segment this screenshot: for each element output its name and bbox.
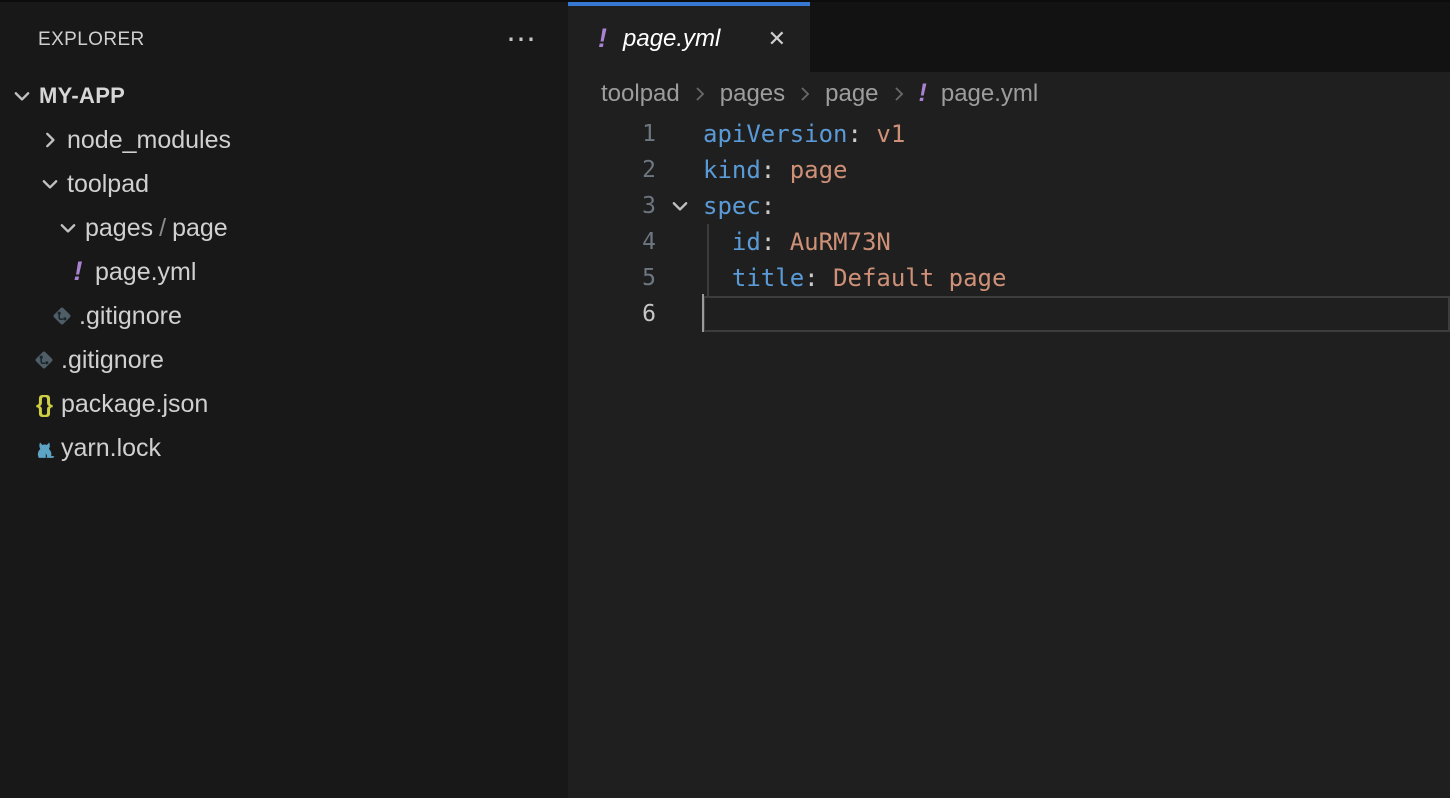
code-line: 5 title: Default page <box>568 260 1450 296</box>
yaml-indent <box>703 264 732 292</box>
json-icon: {} <box>30 391 58 418</box>
text-cursor <box>702 294 704 332</box>
yaml-colon: : <box>761 156 790 184</box>
line-number: 4 <box>568 229 656 255</box>
yaml-key: kind <box>703 156 761 184</box>
more-actions-icon[interactable]: ⋯ <box>506 30 538 50</box>
code-line: 3 spec: <box>568 188 1450 224</box>
chevron-right-icon <box>796 82 814 106</box>
fold-chevron-icon[interactable] <box>656 195 703 217</box>
editor-group: ! page.yml ✕ toolpad pages page ! page.y… <box>568 0 1450 798</box>
folder-label: toolpad <box>67 170 149 199</box>
tree-item-page-yml[interactable]: ! page.yml <box>0 250 568 294</box>
breadcrumb: toolpad pages page ! page.yml <box>568 72 1450 116</box>
tree-item-node-modules[interactable]: node_modules <box>0 118 568 162</box>
close-icon[interactable]: ✕ <box>768 26 786 52</box>
yarn-icon <box>30 436 58 461</box>
tree-root-my-app[interactable]: MY-APP <box>0 74 568 118</box>
breadcrumb-file[interactable]: page.yml <box>941 80 1038 108</box>
tree-item-gitignore-toolpad[interactable]: .gitignore <box>0 294 568 338</box>
line-number: 2 <box>568 157 656 183</box>
yaml-key: apiVersion <box>703 120 848 148</box>
chevron-down-icon <box>36 173 64 195</box>
file-label: package.json <box>61 390 208 419</box>
code-line: 4 id: AuRM73N <box>568 224 1450 260</box>
explorer-sidebar: EXPLORER ⋯ MY-APP node_modules toolpad <box>0 0 568 798</box>
root-folder-label: MY-APP <box>39 83 125 109</box>
folder-label: pages <box>85 214 153 243</box>
chevron-right-icon <box>890 82 908 106</box>
yaml-colon: : <box>804 264 833 292</box>
yaml-key: spec <box>703 192 761 220</box>
code-line: 6 <box>568 296 1450 332</box>
tree-item-pages-page[interactable]: pages/page <box>0 206 568 250</box>
breadcrumb-item[interactable]: pages <box>720 80 785 108</box>
yaml-colon: : <box>848 120 877 148</box>
yaml-value: page <box>790 156 848 184</box>
tree-item-yarn-lock[interactable]: yarn.lock <box>0 426 568 470</box>
file-label: .gitignore <box>61 346 164 375</box>
yaml-key: title <box>732 264 804 292</box>
warning-icon: ! <box>64 257 92 288</box>
folder-label: page <box>172 214 228 243</box>
line-number: 5 <box>568 265 656 291</box>
yaml-colon: : <box>761 228 790 256</box>
explorer-title: EXPLORER <box>38 29 145 51</box>
breadcrumb-item[interactable]: page <box>825 80 878 108</box>
chevron-down-icon <box>54 217 82 239</box>
breadcrumb-item[interactable]: toolpad <box>601 80 680 108</box>
compact-folder-separator: / <box>153 214 172 243</box>
tree-item-package-json[interactable]: {} package.json <box>0 382 568 426</box>
line-number: 6 <box>568 301 656 327</box>
tree-item-toolpad[interactable]: toolpad <box>0 162 568 206</box>
yaml-value: Default page <box>833 264 1006 292</box>
yaml-key: id <box>732 228 761 256</box>
chevron-right-icon <box>36 129 64 151</box>
yaml-indent <box>703 228 732 256</box>
chevron-down-icon <box>8 85 36 107</box>
file-label: page.yml <box>95 258 196 287</box>
yaml-colon: : <box>761 192 775 220</box>
git-icon <box>30 347 58 373</box>
tab-title: page.yml <box>623 25 720 53</box>
warning-icon: ! <box>598 23 607 54</box>
code-line: 1 apiVersion: v1 <box>568 116 1450 152</box>
tab-page-yml[interactable]: ! page.yml ✕ <box>568 2 810 72</box>
yaml-value: v1 <box>876 120 905 148</box>
explorer-header: EXPLORER ⋯ <box>0 0 568 74</box>
folder-label: node_modules <box>67 126 231 155</box>
git-icon <box>48 303 76 329</box>
file-label: .gitignore <box>79 302 182 331</box>
code-line: 2 kind: page <box>568 152 1450 188</box>
file-tree: MY-APP node_modules toolpad pages/page !… <box>0 74 568 470</box>
line-number: 3 <box>568 193 656 219</box>
tree-item-gitignore-root[interactable]: .gitignore <box>0 338 568 382</box>
yaml-value: AuRM73N <box>790 228 891 256</box>
tab-bar: ! page.yml ✕ <box>568 0 1450 72</box>
chevron-right-icon <box>691 82 709 106</box>
warning-icon: ! <box>919 79 927 108</box>
code-editor[interactable]: 1 apiVersion: v1 2 kind: page 3 spec: 4 … <box>568 116 1450 332</box>
line-number: 1 <box>568 121 656 147</box>
file-label: yarn.lock <box>61 434 161 463</box>
